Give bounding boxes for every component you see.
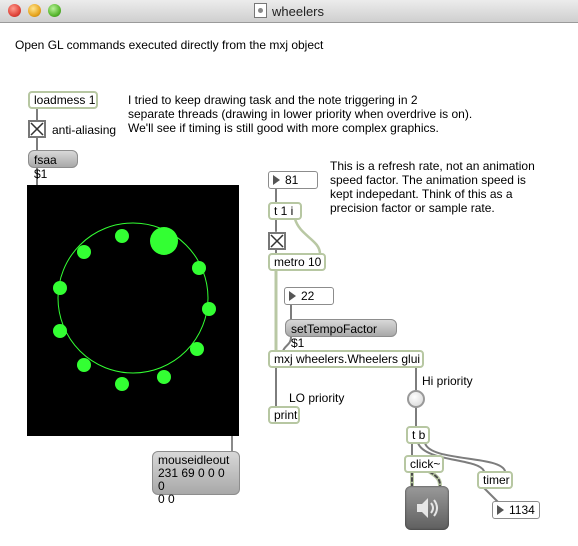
wheel-node — [115, 229, 129, 243]
wheel-node — [157, 370, 171, 384]
header-comment: Open GL commands executed directly from … — [15, 38, 324, 52]
wheel-node — [53, 324, 67, 338]
anti-aliasing-toggle[interactable] — [28, 120, 46, 138]
number-arrow-icon — [289, 291, 296, 301]
speaker-icon — [417, 498, 438, 518]
mxj-wheelers-object[interactable]: mxj wheelers.Wheelers glui — [268, 350, 424, 368]
trigger-b-object[interactable]: t b — [406, 426, 430, 444]
number-arrow-icon — [273, 175, 280, 185]
fsaa-message[interactable]: fsaa $1 — [28, 150, 78, 181]
timer-label: timer — [483, 473, 510, 487]
metro-object[interactable]: metro 10 — [268, 253, 326, 271]
bang-circle-icon[interactable] — [407, 390, 425, 408]
refresh-rate-comment: This is a refresh rate, not an animation… — [330, 159, 535, 215]
timer-output-value: 1134 — [509, 503, 535, 517]
wheel-big-node — [150, 227, 178, 255]
print-object[interactable]: print — [268, 406, 300, 424]
mouseidleout-line-3: 0 0 — [158, 492, 175, 506]
window-title-wrap: wheelers — [0, 3, 578, 19]
anti-aliasing-label: anti-aliasing — [52, 123, 117, 137]
click-object[interactable]: click~ — [404, 455, 444, 473]
trigger-b-label: t b — [412, 428, 426, 442]
timer-output-number[interactable]: 1134 — [492, 501, 540, 519]
refresh-rate-number[interactable]: 81 — [268, 171, 318, 189]
window-title: wheelers — [271, 4, 325, 19]
wheel-node — [53, 281, 67, 295]
loadmess-object[interactable]: loadmess 1 — [28, 91, 98, 109]
refresh-rate-value: 81 — [285, 173, 299, 187]
print-label: print — [274, 408, 298, 422]
mxj-label: mxj wheelers.Wheelers glui — [274, 352, 421, 366]
jit-gl-display[interactable] — [27, 185, 239, 436]
wheel-rendering — [53, 222, 216, 391]
threads-comment: I tried to keep drawing task and the not… — [128, 93, 473, 135]
loadmess-label: loadmess 1 — [34, 93, 96, 107]
trigger-label: t 1 i — [274, 204, 294, 218]
mouseidleout-message[interactable]: mouseidleout 231 69 0 0 0 0 0 0 — [152, 451, 240, 506]
wheel-node — [115, 377, 129, 391]
window-titlebar: wheelers — [0, 0, 578, 23]
metro-toggle[interactable] — [268, 232, 286, 250]
fsaa-label: fsaa $1 — [34, 153, 57, 181]
wheel-node — [77, 245, 91, 259]
x-checkbox-icon — [270, 234, 284, 248]
tempo-factor-value: 22 — [301, 289, 315, 303]
set-tempo-factor-label: setTempoFactor $1 — [291, 322, 378, 350]
trigger-1-i-object[interactable]: t 1 i — [268, 202, 302, 220]
document-icon — [253, 3, 267, 18]
audio-dac-speaker[interactable] — [405, 486, 449, 530]
lo-priority-label: LO priority — [289, 391, 345, 405]
tempo-factor-number[interactable]: 22 — [284, 287, 334, 305]
wheel-node — [77, 358, 91, 372]
wheel-node — [192, 261, 206, 275]
click-label: click~ — [410, 457, 441, 471]
mouseidleout-line-2: 231 69 0 0 0 0 — [158, 466, 225, 493]
wheel-node — [190, 342, 204, 356]
timer-object[interactable]: timer — [477, 471, 513, 489]
x-checkbox-icon — [30, 122, 44, 136]
hi-priority-label: Hi priority — [422, 374, 473, 388]
metro-label: metro 10 — [274, 255, 322, 269]
number-arrow-icon — [497, 505, 504, 515]
wheel-node — [202, 302, 216, 316]
set-tempo-factor-message[interactable]: setTempoFactor $1 — [285, 319, 397, 350]
